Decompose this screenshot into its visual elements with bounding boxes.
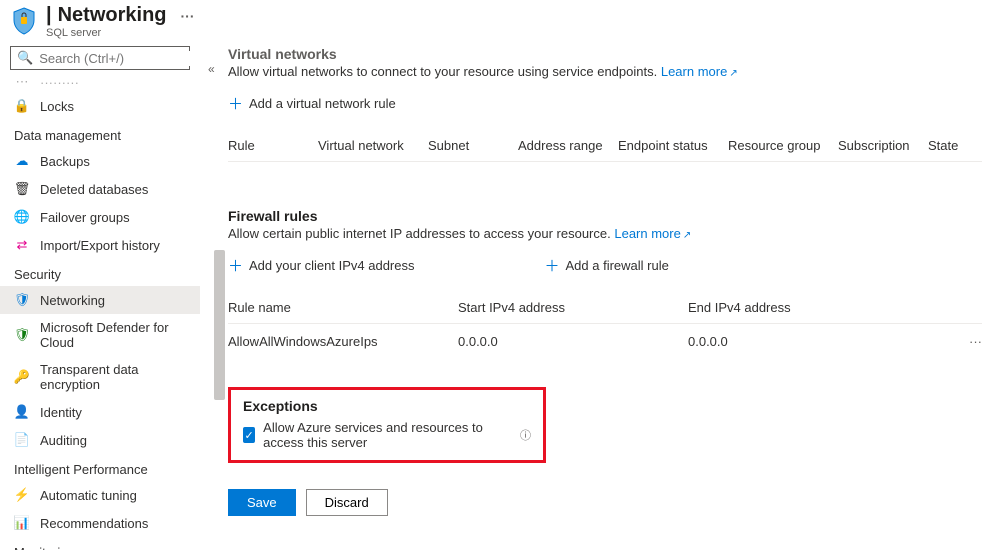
import-export-icon: ⇄: [14, 237, 30, 253]
sidebar-item-label: Recommendations: [40, 516, 148, 531]
discard-button[interactable]: Discard: [306, 489, 388, 516]
sidebar-item-recommendations[interactable]: 📊 Recommendations: [0, 509, 200, 537]
save-button[interactable]: Save: [228, 489, 296, 516]
section-intelligent-performance: Intelligent Performance: [0, 454, 200, 481]
defender-icon: 🛡: [14, 327, 30, 343]
sidebar-item-deleted-databases[interactable]: 🗑 Deleted databases: [0, 175, 200, 203]
page-header: | Networking ··· SQL server: [0, 0, 1000, 42]
exceptions-title: Exceptions: [243, 398, 531, 414]
sidebar-item-label: Backups: [40, 154, 90, 169]
search-field[interactable]: [39, 51, 200, 66]
external-link-icon: ↗: [729, 68, 737, 79]
auditing-icon: 📄: [14, 432, 30, 448]
section-monitoring: Monitoring: [0, 537, 200, 550]
page-title: Networking: [58, 4, 167, 27]
section-data-management: Data management: [0, 120, 200, 147]
rule-name: AllowAllWindowsAzureIps: [228, 334, 458, 349]
footer-buttons: Save Discard: [228, 489, 982, 516]
sidebar-item-label: Automatic tuning: [40, 488, 137, 503]
vnet-table-header: Rule Virtual network Subnet Address rang…: [228, 130, 982, 162]
sidebar-item-label: Microsoft Defender for Cloud: [40, 320, 186, 350]
page-subtitle: SQL server: [46, 27, 195, 39]
plus-icon: ＋: [228, 93, 243, 114]
vnet-section-title: Virtual networks: [228, 46, 982, 62]
add-vnet-rule-button[interactable]: ＋Add a virtual network rule: [228, 93, 396, 114]
sidebar-item-label: Deleted databases: [40, 182, 148, 197]
sidebar-item-label: Import/Export history: [40, 238, 160, 253]
sidebar-item-locks[interactable]: 🔒 Locks: [0, 92, 200, 120]
sidebar-item-label: Transparent data encryption: [40, 362, 186, 392]
sidebar: 🔍 ⋯ ········· 🔒 Locks Data management ☁ B…: [0, 42, 200, 550]
vnet-learn-more-link[interactable]: Learn more↗: [661, 64, 738, 79]
trash-icon: 🗑: [14, 181, 30, 197]
firewall-table-header: Rule name Start IPv4 address End IPv4 ad…: [228, 292, 982, 324]
sidebar-item-backups[interactable]: ☁ Backups: [0, 147, 200, 175]
rule-end-ip: 0.0.0.0: [688, 334, 918, 349]
external-link-icon: ↗: [683, 230, 691, 241]
plus-icon: ＋: [228, 255, 243, 276]
lock-icon: 🔒: [14, 98, 30, 114]
bolt-icon: ⚡: [14, 487, 30, 503]
sidebar-item-automatic-tuning[interactable]: ⚡ Automatic tuning: [0, 481, 200, 509]
sidebar-item-tde[interactable]: 🔑 Transparent data encryption: [0, 356, 200, 398]
firewall-desc: Allow certain public internet IP address…: [228, 226, 982, 241]
sidebar-item-properties-truncated[interactable]: ⋯ ·········: [0, 74, 200, 92]
encryption-icon: 🔑: [14, 369, 30, 385]
firewall-section-title: Firewall rules: [228, 208, 982, 224]
firewall-rule-row[interactable]: AllowAllWindowsAzureIps 0.0.0.0 0.0.0.0 …: [228, 324, 982, 359]
sidebar-item-label: Identity: [40, 405, 82, 420]
title-separator: |: [46, 4, 52, 27]
search-input[interactable]: 🔍: [10, 46, 190, 70]
sidebar-item-defender[interactable]: 🛡 Microsoft Defender for Cloud: [0, 314, 200, 356]
checkbox-label: Allow Azure services and resources to ac…: [263, 420, 512, 450]
backup-icon: ☁: [14, 153, 30, 169]
title-more-icon[interactable]: ···: [181, 8, 195, 24]
add-firewall-rule-button[interactable]: ＋Add a firewall rule: [545, 255, 669, 276]
add-client-ip-button[interactable]: ＋Add your client IPv4 address: [228, 255, 415, 276]
rule-start-ip: 0.0.0.0: [458, 334, 688, 349]
sidebar-item-auditing[interactable]: 📄 Auditing: [0, 426, 200, 454]
allow-azure-services-checkbox[interactable]: ✓ Allow Azure services and resources to …: [243, 420, 531, 450]
exceptions-highlight-box: Exceptions ✓ Allow Azure services and re…: [228, 387, 546, 463]
sidebar-item-import-export[interactable]: ⇄ Import/Export history: [0, 231, 200, 259]
info-icon[interactable]: ⓘ: [520, 427, 531, 443]
sidebar-item-label: Auditing: [40, 433, 87, 448]
sidebar-item-failover-groups[interactable]: 🌐 Failover groups: [0, 203, 200, 231]
globe-icon: 🌐: [14, 209, 30, 225]
sidebar-item-label: Networking: [40, 293, 105, 308]
sidebar-item-identity[interactable]: 👤 Identity: [0, 398, 200, 426]
plus-icon: ＋: [545, 255, 560, 276]
recommendations-icon: 📊: [14, 515, 30, 531]
main-content: Virtual networks Allow virtual networks …: [200, 42, 1000, 550]
sidebar-item-label: Locks: [40, 99, 74, 114]
section-security: Security: [0, 259, 200, 286]
sidebar-item-networking[interactable]: 🛡 Networking: [0, 286, 200, 314]
checkbox-checked-icon: ✓: [243, 427, 255, 443]
shield-icon: 🛡: [14, 292, 30, 308]
search-icon: 🔍: [17, 50, 33, 66]
sidebar-item-label: Failover groups: [40, 210, 130, 225]
properties-icon: ⋯: [14, 74, 30, 90]
sql-server-shield-icon: [12, 7, 36, 35]
row-more-actions-icon[interactable]: ···: [969, 334, 982, 349]
identity-icon: 👤: [14, 404, 30, 420]
firewall-learn-more-link[interactable]: Learn more↗: [614, 226, 691, 241]
vnet-desc: Allow virtual networks to connect to you…: [228, 64, 982, 79]
